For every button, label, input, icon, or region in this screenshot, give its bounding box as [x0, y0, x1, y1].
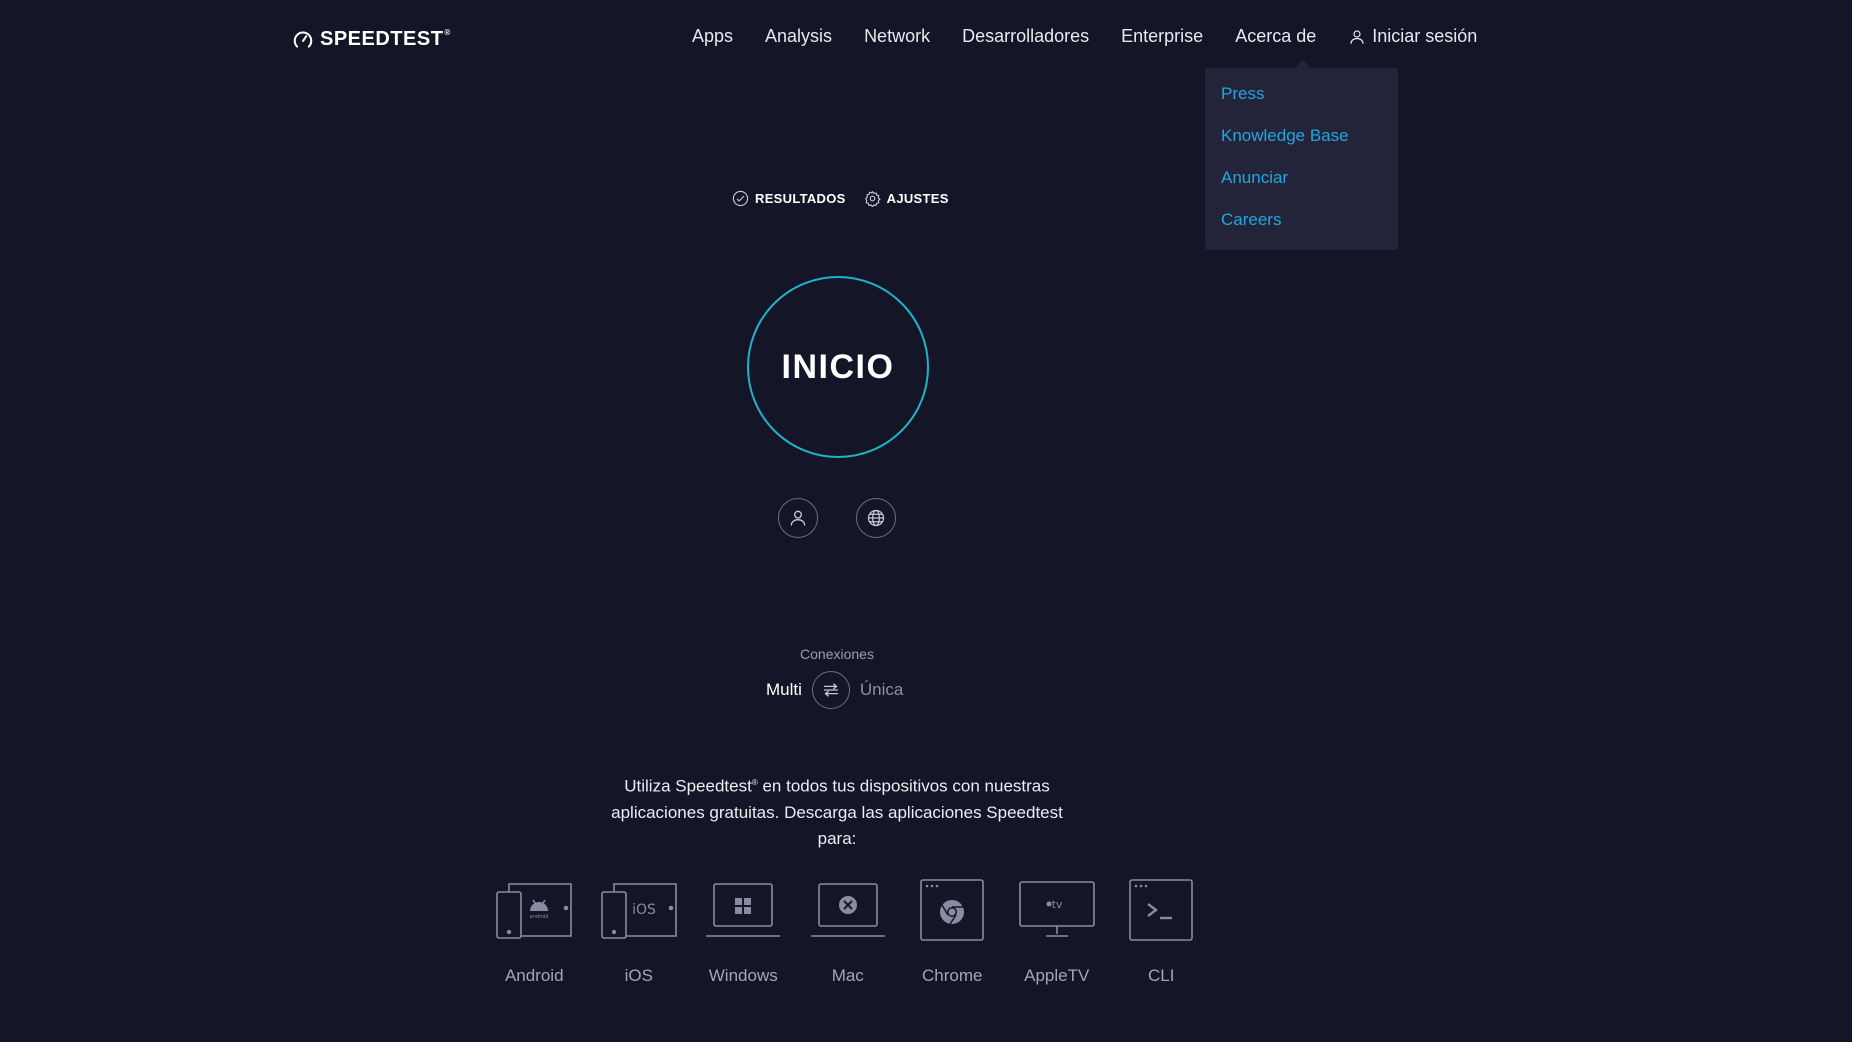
server-button[interactable] — [856, 498, 896, 538]
arrows-toggle-icon — [823, 683, 838, 697]
nav-developers[interactable]: Desarrolladores — [962, 26, 1089, 47]
nav-analysis[interactable]: Analysis — [765, 26, 832, 47]
svg-text:tv: tv — [1051, 898, 1062, 911]
app-windows[interactable]: Windows — [691, 878, 796, 986]
apps-text-line2: aplicaciones gratuitas. Descarga las apl… — [611, 802, 1063, 822]
test-tools: RESULTADOS AJUSTES — [732, 190, 949, 207]
speedtest-logo[interactable]: SPEEDTEST® — [292, 28, 451, 51]
speedometer-icon — [293, 31, 313, 48]
user-icon — [790, 510, 806, 526]
connections-multi-option[interactable]: Multi — [766, 680, 802, 700]
app-label: Windows — [708, 966, 778, 985]
nav-apps[interactable]: Apps — [692, 26, 733, 47]
app-mac[interactable]: Mac — [796, 878, 901, 986]
connections-toggle[interactable] — [811, 671, 850, 709]
apps-text-line1-prefix: Utiliza Speedtest — [624, 776, 752, 796]
globe-icon — [867, 509, 885, 527]
settings-link[interactable]: AJUSTES — [864, 190, 949, 207]
main-nav: Apps Analysis Network Desarrolladores En… — [692, 26, 1509, 47]
ios-device-icon: iOS — [600, 883, 677, 939]
app-label: iOS — [624, 966, 653, 985]
app-label: AppleTV — [1024, 966, 1090, 985]
nav-about[interactable]: Acerca de — [1235, 26, 1316, 47]
settings-label: AJUSTES — [886, 191, 949, 206]
svg-text:android: android — [530, 914, 549, 920]
start-label: INICIO — [781, 347, 895, 386]
appletv-icon: tv — [1018, 881, 1095, 937]
dropdown-item-careers[interactable]: Careers — [1221, 208, 1382, 250]
logo-text: SPEEDTEST® — [320, 28, 451, 50]
results-label: RESULTADOS — [755, 191, 846, 206]
login-label: Iniciar sesión — [1372, 26, 1478, 46]
app-chrome[interactable]: Chrome — [900, 878, 1005, 986]
app-label: CLI — [1148, 966, 1175, 985]
terminal-icon — [1129, 879, 1194, 941]
nav-enterprise[interactable]: Enterprise — [1121, 26, 1203, 47]
chrome-browser-icon — [920, 879, 985, 941]
android-device-icon: android — [496, 883, 573, 939]
connections-single-option[interactable]: Única — [860, 680, 903, 700]
apps-list: android Android iOS iOS Windows Mac Chro… — [482, 878, 1214, 986]
svg-text:iOS: iOS — [632, 902, 656, 918]
app-label: Mac — [831, 966, 864, 985]
provider-button[interactable] — [778, 498, 818, 538]
user-icon — [1350, 29, 1364, 44]
login-link[interactable]: Iniciar sesión — [1348, 26, 1477, 47]
mac-laptop-icon — [810, 883, 885, 937]
app-appletv[interactable]: tv AppleTV — [1005, 878, 1110, 986]
connections-label: Conexiones — [800, 646, 874, 662]
gear-icon — [864, 190, 881, 207]
dropdown-item-knowledge-base[interactable]: Knowledge Base — [1221, 124, 1382, 166]
app-label: Chrome — [922, 966, 983, 985]
app-ios[interactable]: iOS iOS — [587, 878, 692, 986]
dropdown-item-press[interactable]: Press — [1221, 82, 1382, 124]
check-circle-icon — [732, 190, 749, 207]
nav-network[interactable]: Network — [864, 26, 930, 47]
speedtest-page: SPEEDTEST® Apps Analysis Network Desarro… — [0, 0, 1852, 1042]
about-dropdown-menu: Press Knowledge Base Anunciar Careers — [1205, 60, 1398, 250]
connections-toggle-row: Multi Única — [766, 671, 903, 709]
start-test-button[interactable]: INICIO — [747, 276, 929, 458]
app-android[interactable]: android Android — [482, 878, 587, 986]
app-label: Android — [504, 966, 564, 985]
app-cli[interactable]: CLI — [1109, 878, 1214, 986]
apps-text-line1-suffix: en todos tus dispositivos con nuestras — [757, 776, 1050, 796]
apps-promo-text: Utiliza Speedtest® en todos tus disposit… — [580, 770, 1094, 852]
windows-laptop-icon — [706, 883, 781, 937]
apps-text-line3: para: — [817, 828, 857, 848]
dropdown-item-advertise[interactable]: Anunciar — [1221, 166, 1382, 208]
results-link[interactable]: RESULTADOS — [732, 190, 846, 207]
